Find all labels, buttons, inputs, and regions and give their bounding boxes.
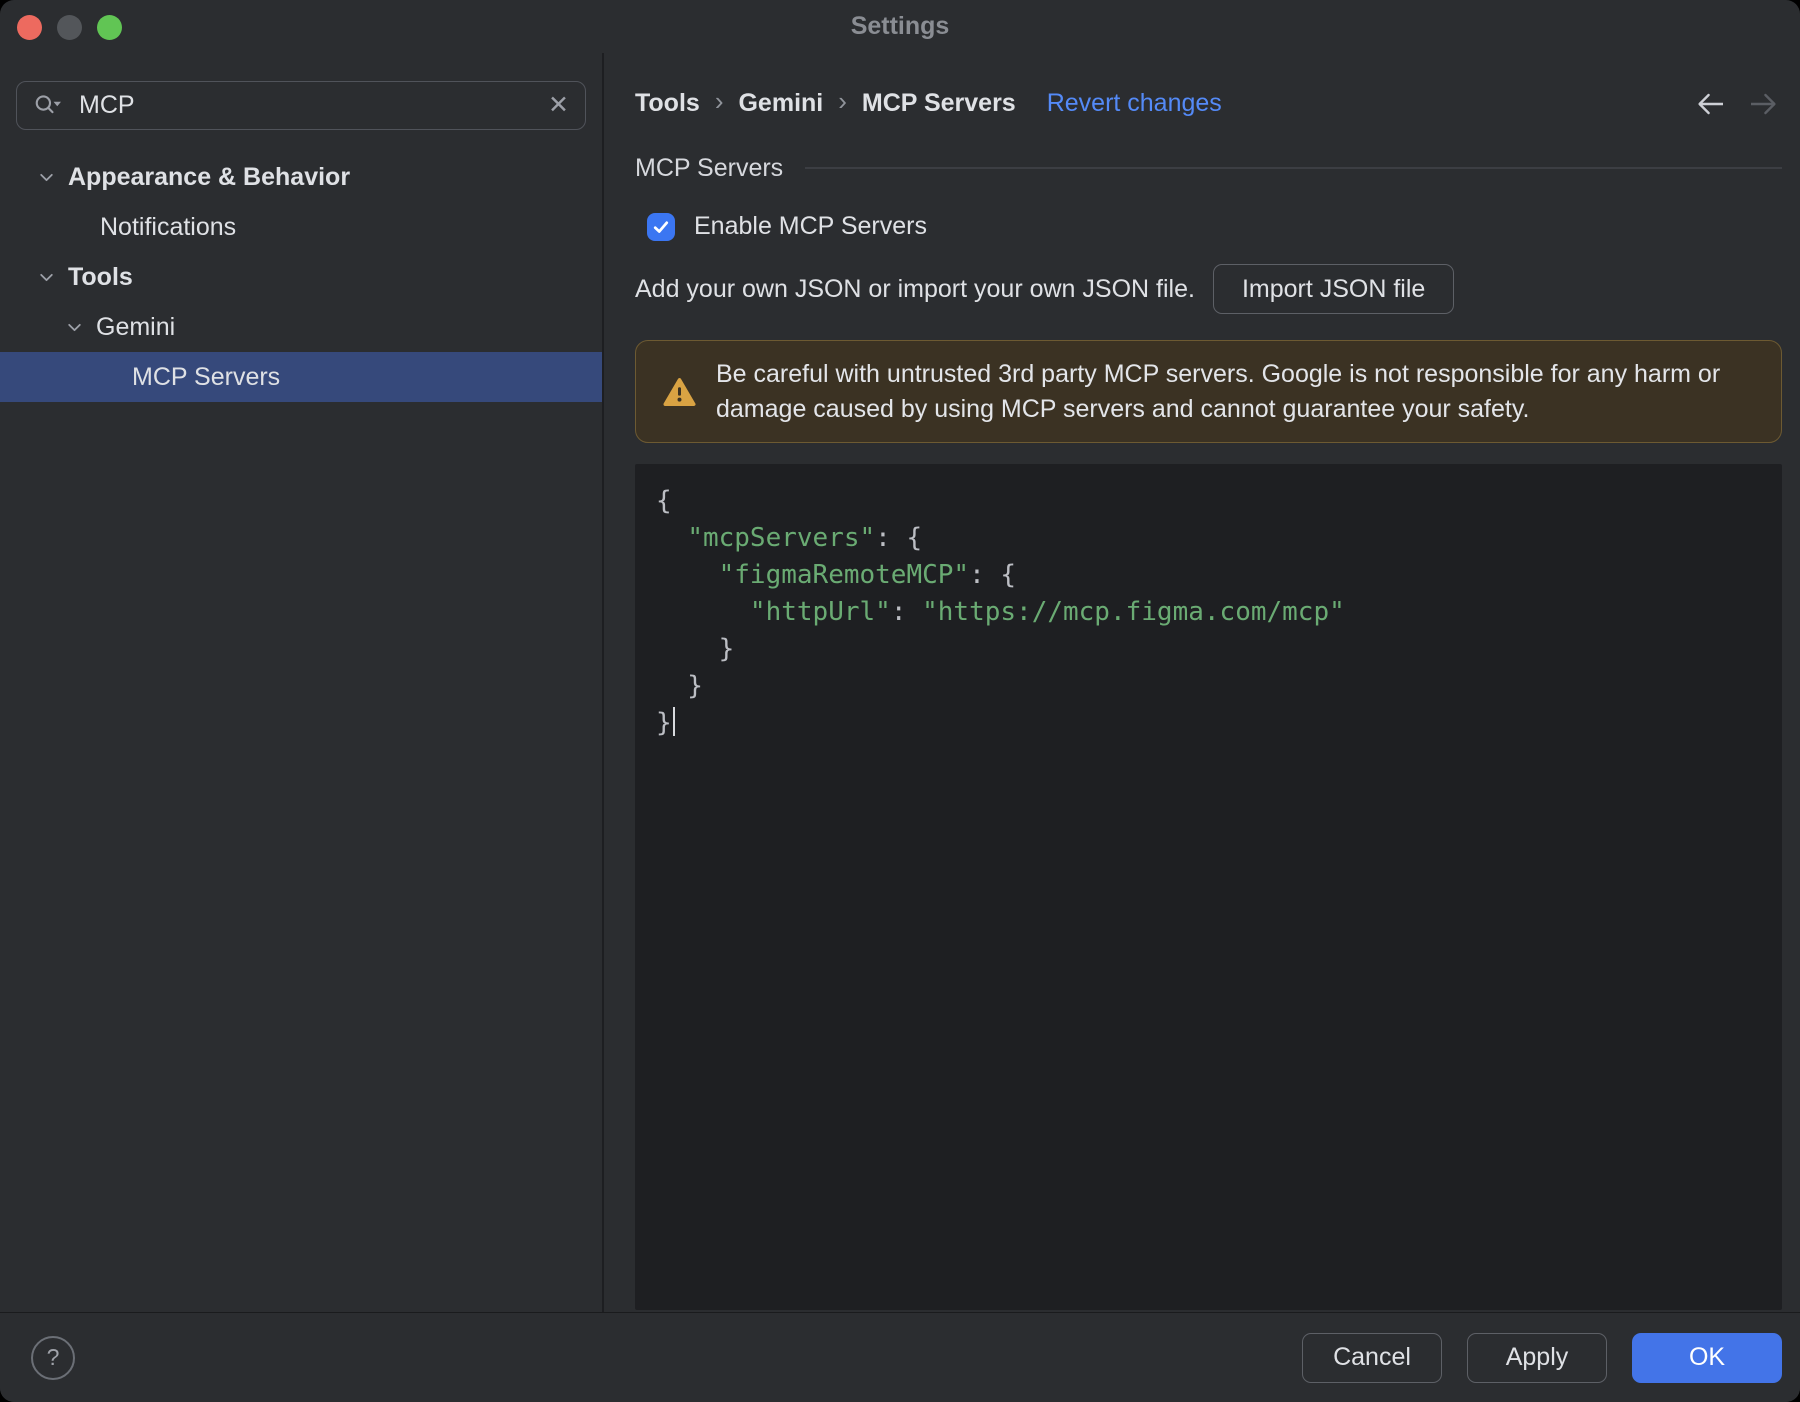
sidebar-item-label: Gemini (96, 312, 176, 341)
chevron-down-icon[interactable] (38, 169, 55, 186)
back-arrow-icon[interactable] (1694, 92, 1728, 116)
settings-tree: Appearance & Behavior Notifications Tool… (0, 152, 602, 402)
section-divider (805, 167, 1782, 169)
ok-button[interactable]: OK (1632, 1332, 1782, 1383)
breadcrumb: Tools › Gemini › MCP Servers Revert chan… (635, 84, 1222, 122)
cancel-button[interactable]: Cancel (1302, 1332, 1442, 1383)
sidebar-item-label: Tools (68, 262, 133, 291)
chevron-down-icon[interactable] (66, 319, 83, 336)
breadcrumb-separator-icon: › (838, 86, 847, 116)
search-input[interactable] (77, 90, 549, 121)
clear-search-icon[interactable]: ✕ (548, 93, 569, 118)
json-editor-code: { "mcpServers": { "figmaRemoteMCP": { "h… (656, 486, 1345, 738)
warning-banner: Be careful with untrusted 3rd party MCP … (635, 340, 1782, 443)
json-editor[interactable]: { "mcpServers": { "figmaRemoteMCP": { "h… (635, 464, 1782, 1310)
help-button[interactable]: ? (31, 1335, 75, 1380)
title-bar: Settings (0, 0, 1800, 53)
apply-button[interactable]: Apply (1467, 1332, 1607, 1383)
search-icon[interactable] (33, 93, 63, 118)
forward-arrow-icon[interactable] (1746, 92, 1780, 116)
breadcrumb-item-mcp-servers[interactable]: MCP Servers (862, 89, 1016, 118)
text-caret (672, 707, 675, 736)
footer-bar: ? Cancel Apply OK (0, 1312, 1800, 1402)
import-row: Add your own JSON or import your own JSO… (635, 264, 1455, 314)
sidebar-item-notifications[interactable]: Notifications (0, 202, 602, 252)
window-title: Settings (850, 12, 950, 40)
sidebar-item-mcp-servers[interactable]: MCP Servers (0, 352, 602, 402)
warning-icon (663, 377, 696, 406)
section-header: MCP Servers (635, 152, 1782, 184)
breadcrumb-item-tools[interactable]: Tools (635, 89, 700, 118)
sidebar-item-label: Notifications (100, 212, 237, 241)
help-icon: ? (46, 1344, 60, 1370)
sidebar-item-appearance-behavior[interactable]: Appearance & Behavior (0, 152, 602, 202)
settings-window: Settings ✕ Appearance & Behavior Notific… (0, 0, 1800, 1402)
enable-mcp-row: Enable MCP Servers (647, 212, 927, 241)
sidebar-item-gemini[interactable]: Gemini (0, 302, 602, 352)
settings-search-field[interactable]: ✕ (16, 81, 586, 130)
revert-changes-link[interactable]: Revert changes (1047, 89, 1222, 118)
breadcrumb-separator-icon: › (714, 86, 724, 116)
enable-mcp-label: Enable MCP Servers (694, 212, 927, 240)
import-json-button[interactable]: Import JSON file (1212, 264, 1455, 314)
check-icon (653, 220, 669, 233)
sidebar-divider (602, 53, 604, 1312)
breadcrumb-item-gemini[interactable]: Gemini (738, 89, 823, 118)
sidebar-item-label: Appearance & Behavior (68, 162, 351, 191)
enable-mcp-checkbox[interactable] (647, 212, 675, 241)
warning-text: Be careful with untrusted 3rd party MCP … (716, 359, 1721, 423)
sidebar-item-label: MCP Servers (132, 362, 281, 391)
sidebar-item-tools[interactable]: Tools (0, 252, 602, 302)
chevron-down-icon[interactable] (38, 269, 55, 286)
import-hint-text: Add your own JSON or import your own JSO… (635, 274, 1195, 303)
section-title: MCP Servers (635, 153, 784, 182)
